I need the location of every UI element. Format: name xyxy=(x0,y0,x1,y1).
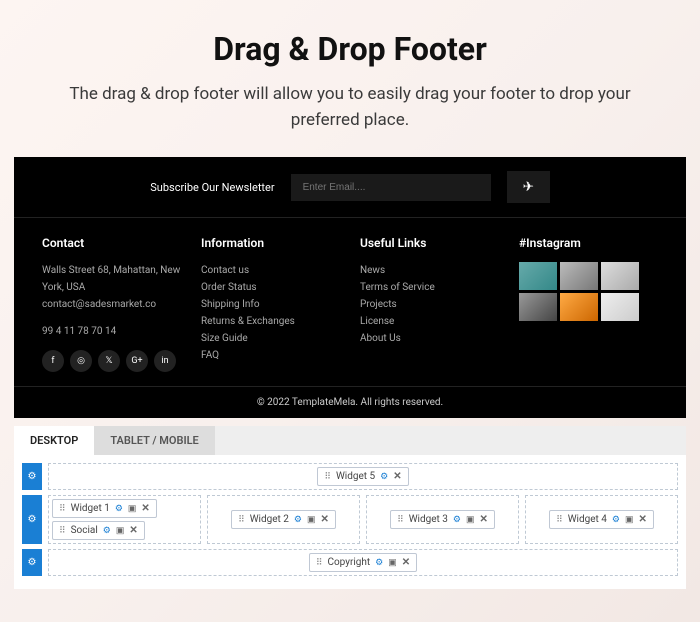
gear-icon[interactable]: ⚙ xyxy=(453,515,461,525)
instagram-icon[interactable]: ◎ xyxy=(70,350,92,372)
gear-icon: ⚙ xyxy=(28,557,37,568)
row-settings-button[interactable]: ⚙ xyxy=(22,495,42,544)
send-icon: ✈ xyxy=(523,179,534,194)
link-size-guide[interactable]: Size Guide xyxy=(201,330,340,347)
instagram-heading: #Instagram xyxy=(519,236,658,250)
newsletter-bar: Subscribe Our Newsletter ✈ xyxy=(14,157,686,218)
drop-cell[interactable]: ⠿Widget 1⚙▣✕ ⠿Social⚙▣✕ xyxy=(48,495,201,544)
gear-icon[interactable]: ⚙ xyxy=(115,504,123,514)
eye-icon[interactable]: ▣ xyxy=(307,515,316,525)
insta-thumb[interactable] xyxy=(519,293,557,321)
contact-email: contact@sadesmarket.co xyxy=(42,296,181,313)
copyright-text: © 2022 TemplateMela. All rights reserved… xyxy=(14,386,686,418)
row-settings-button[interactable]: ⚙ xyxy=(22,463,42,490)
gear-icon[interactable]: ⚙ xyxy=(294,515,302,525)
contact-phone: 99 4 11 78 70 14 xyxy=(42,323,181,340)
gear-icon: ⚙ xyxy=(28,471,37,482)
facebook-icon[interactable]: f xyxy=(42,350,64,372)
link-news[interactable]: News xyxy=(360,262,499,279)
link-projects[interactable]: Projects xyxy=(360,296,499,313)
link-returns[interactable]: Returns & Exchanges xyxy=(201,313,340,330)
gear-icon[interactable]: ⚙ xyxy=(103,526,111,536)
email-input[interactable] xyxy=(291,174,491,201)
gear-icon[interactable]: ⚙ xyxy=(612,515,620,525)
builder-row: ⚙ ⠿Widget 1⚙▣✕ ⠿Social⚙▣✕ ⠿Widget 2⚙▣✕ ⠿… xyxy=(22,495,678,544)
gear-icon: ⚙ xyxy=(28,514,37,525)
builder-row: ⚙ ⠿Copyright⚙▣✕ xyxy=(22,549,678,576)
close-icon[interactable]: ✕ xyxy=(639,514,647,525)
link-faq[interactable]: FAQ xyxy=(201,347,340,364)
insta-thumb[interactable] xyxy=(560,293,598,321)
send-button[interactable]: ✈ xyxy=(507,171,550,203)
footer-preview: Subscribe Our Newsletter ✈ Contact Walls… xyxy=(14,157,686,418)
drop-cell[interactable]: ⠿Widget 5⚙✕ xyxy=(48,463,678,490)
eye-icon[interactable]: ▣ xyxy=(128,504,137,514)
drag-icon: ⠿ xyxy=(556,515,563,525)
close-icon[interactable]: ✕ xyxy=(141,503,149,514)
drop-cell[interactable]: ⠿Widget 2⚙▣✕ xyxy=(207,495,360,544)
footer-builder: DESKTOP TABLET / MOBILE ⚙ ⠿Widget 5⚙✕ ⚙ … xyxy=(14,426,686,589)
googleplus-icon[interactable]: G+ xyxy=(126,350,148,372)
close-icon[interactable]: ✕ xyxy=(480,514,488,525)
row-settings-button[interactable]: ⚙ xyxy=(22,549,42,576)
drag-icon: ⠿ xyxy=(397,515,404,525)
insta-thumb[interactable] xyxy=(560,262,598,290)
tab-desktop[interactable]: DESKTOP xyxy=(14,426,94,455)
widget-1[interactable]: ⠿Widget 1⚙▣✕ xyxy=(52,499,157,518)
drag-icon: ⠿ xyxy=(324,472,331,482)
drag-icon: ⠿ xyxy=(316,558,323,568)
insta-thumb[interactable] xyxy=(601,262,639,290)
drop-cell[interactable]: ⠿Widget 3⚙▣✕ xyxy=(366,495,519,544)
link-license[interactable]: License xyxy=(360,313,499,330)
widget-4[interactable]: ⠿Widget 4⚙▣✕ xyxy=(549,510,654,529)
contact-column: Contact Walls Street 68, Mahattan, New Y… xyxy=(42,236,181,372)
eye-icon[interactable]: ▣ xyxy=(116,526,125,536)
information-heading: Information xyxy=(201,236,340,250)
twitter-icon[interactable]: 𝕏 xyxy=(98,350,120,372)
link-terms[interactable]: Terms of Service xyxy=(360,279,499,296)
social-icons: f ◎ 𝕏 G+ in xyxy=(42,350,181,372)
close-icon[interactable]: ✕ xyxy=(393,471,401,482)
drop-cell[interactable]: ⠿Copyright⚙▣✕ xyxy=(48,549,678,576)
widget-3[interactable]: ⠿Widget 3⚙▣✕ xyxy=(390,510,495,529)
instagram-column: #Instagram xyxy=(519,236,658,372)
drop-cell[interactable]: ⠿Widget 4⚙▣✕ xyxy=(525,495,678,544)
link-about[interactable]: About Us xyxy=(360,330,499,347)
contact-heading: Contact xyxy=(42,236,181,250)
link-order-status[interactable]: Order Status xyxy=(201,279,340,296)
widget-social[interactable]: ⠿Social⚙▣✕ xyxy=(52,521,145,540)
close-icon[interactable]: ✕ xyxy=(129,525,137,536)
link-contact-us[interactable]: Contact us xyxy=(201,262,340,279)
eye-icon[interactable]: ▣ xyxy=(466,515,475,525)
close-icon[interactable]: ✕ xyxy=(402,557,410,568)
information-column: Information Contact us Order Status Ship… xyxy=(201,236,340,372)
close-icon[interactable]: ✕ xyxy=(321,514,329,525)
widget-5[interactable]: ⠿Widget 5⚙✕ xyxy=(317,467,408,486)
linkedin-icon[interactable]: in xyxy=(154,350,176,372)
tab-tablet[interactable]: TABLET / MOBILE xyxy=(94,426,214,455)
instagram-grid xyxy=(519,262,658,321)
builder-row: ⚙ ⠿Widget 5⚙✕ xyxy=(22,463,678,490)
useful-heading: Useful Links xyxy=(360,236,499,250)
eye-icon[interactable]: ▣ xyxy=(625,515,634,525)
page-title: Drag & Drop Footer xyxy=(60,30,640,68)
widget-2[interactable]: ⠿Widget 2⚙▣✕ xyxy=(231,510,336,529)
contact-address: Walls Street 68, Mahattan, New York, USA xyxy=(42,262,181,296)
newsletter-label: Subscribe Our Newsletter xyxy=(150,181,274,194)
widget-copyright[interactable]: ⠿Copyright⚙▣✕ xyxy=(309,553,417,572)
link-shipping[interactable]: Shipping Info xyxy=(201,296,340,313)
gear-icon[interactable]: ⚙ xyxy=(380,472,388,482)
page-subtitle: The drag & drop footer will allow you to… xyxy=(60,82,640,133)
drag-icon: ⠿ xyxy=(59,526,66,536)
useful-column: Useful Links News Terms of Service Proje… xyxy=(360,236,499,372)
eye-icon[interactable]: ▣ xyxy=(388,558,397,568)
insta-thumb[interactable] xyxy=(519,262,557,290)
drag-icon: ⠿ xyxy=(238,515,245,525)
drag-icon: ⠿ xyxy=(59,504,66,514)
insta-thumb[interactable] xyxy=(601,293,639,321)
gear-icon[interactable]: ⚙ xyxy=(375,558,383,568)
